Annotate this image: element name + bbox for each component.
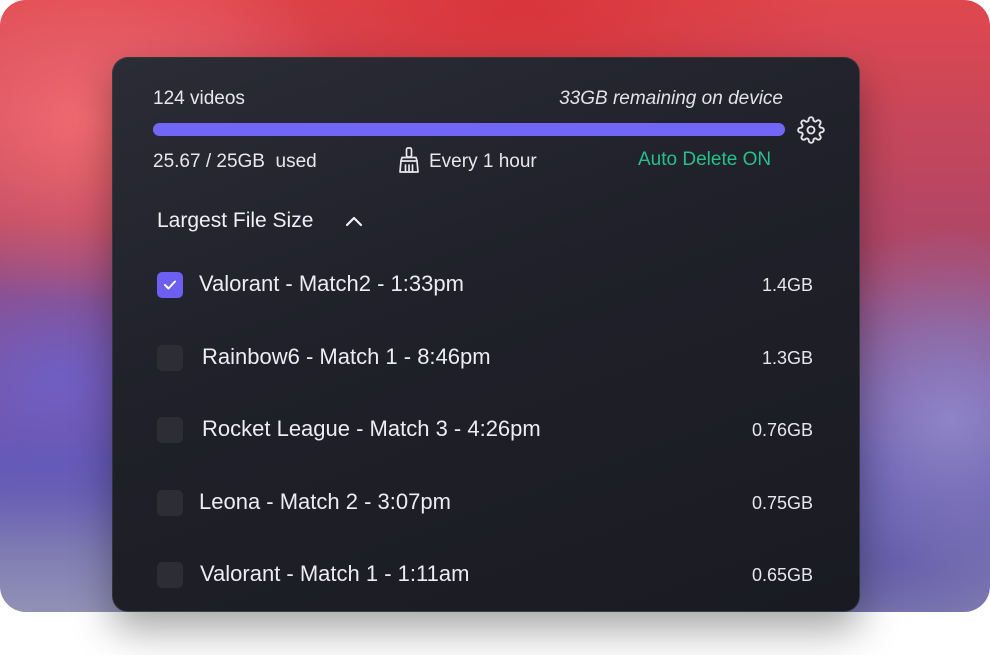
file-size: 1.3GB: [761, 348, 813, 368]
file-name: Valorant - Match 1 - 1:11am: [200, 561, 470, 586]
file-checkbox[interactable]: [157, 345, 183, 371]
cleanup-frequency[interactable]: Every 1 hour: [429, 151, 537, 173]
sort-label[interactable]: Largest File Size: [157, 209, 313, 233]
file-name: Leona - Match 2 - 3:07pm: [199, 489, 451, 514]
file-size: 0.75GB: [751, 493, 813, 513]
broom-icon: [397, 146, 421, 174]
file-row[interactable]: Rainbow6 - Match 1 - 8:46pm 1.3GB: [157, 344, 813, 372]
storage-progress-bar: [153, 123, 785, 136]
gear-icon[interactable]: [797, 116, 825, 144]
chevron-up-icon[interactable]: [343, 210, 365, 232]
storage-panel: 124 videos 33GB remaining on device 25.6…: [112, 57, 860, 612]
video-count: 124 videos: [153, 88, 245, 109]
auto-delete-status[interactable]: Auto Delete ON: [638, 149, 771, 171]
file-row[interactable]: Rocket League - Match 3 - 4:26pm 0.76GB: [157, 416, 813, 444]
file-row[interactable]: Valorant - Match2 - 1:33pm 1.4GB: [157, 271, 813, 299]
file-checkbox[interactable]: [157, 490, 183, 516]
file-name: Rainbow6 - Match 1 - 8:46pm: [202, 344, 491, 369]
storage-used: 25.67 / 25GB used: [153, 151, 317, 172]
file-row[interactable]: Valorant - Match 1 - 1:11am 0.65GB: [157, 561, 813, 589]
file-checkbox[interactable]: [157, 562, 183, 588]
file-size: 0.76GB: [751, 420, 813, 440]
file-size: 1.4GB: [761, 275, 813, 295]
file-row[interactable]: Leona - Match 2 - 3:07pm 0.75GB: [157, 489, 813, 517]
file-checkbox[interactable]: [157, 272, 183, 298]
file-size: 0.65GB: [751, 565, 813, 585]
checkmark-icon: [164, 280, 176, 290]
file-name: Rocket League - Match 3 - 4:26pm: [202, 416, 541, 441]
file-name: Valorant - Match2 - 1:33pm: [199, 271, 464, 296]
file-checkbox[interactable]: [157, 417, 183, 443]
storage-progress-fill: [153, 123, 785, 136]
remaining-storage: 33GB remaining on device: [559, 88, 783, 109]
